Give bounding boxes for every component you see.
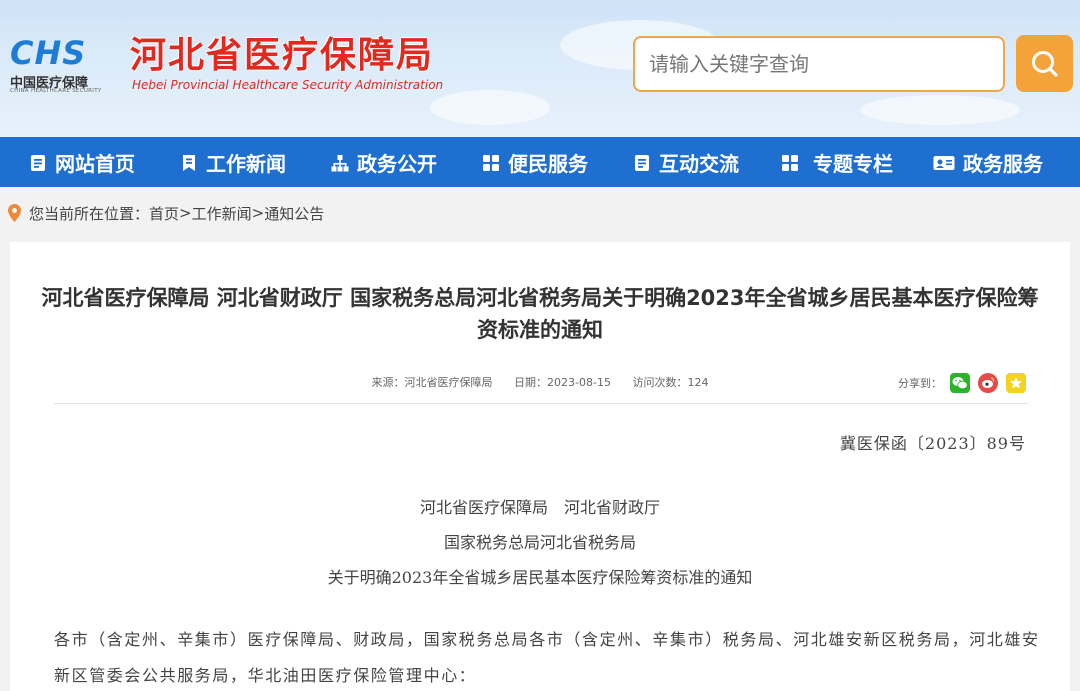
nav-label: 政务公开: [357, 151, 437, 176]
nav-item-special-topics[interactable]: 专题专栏: [781, 137, 893, 187]
meta-date-label: 日期：: [514, 376, 548, 389]
article-title: 河北省医疗保障局 河北省财政厅 国家税务总局河北省税务局关于明确2023年全省城…: [41, 286, 1039, 342]
meta-views-label: 访问次数：: [632, 376, 688, 389]
share-bar: 分享到：: [898, 373, 1026, 393]
article-panel: 河北省医疗保障局 河北省财政厅 国家税务总局河北省税务局关于明确2023年全省城…: [10, 242, 1070, 691]
qzone-icon[interactable]: [1006, 373, 1026, 393]
document-icon: [29, 153, 47, 171]
site-title: 河北省医疗保障局: [130, 35, 435, 76]
meta-divider: [54, 403, 1028, 404]
meta-date: 日期：2023-08-15: [514, 376, 611, 389]
document-number: 冀医保函〔2023〕89号: [839, 434, 1026, 453]
site-subtitle: Hebei Provincial Healthcare Security Adm…: [132, 78, 444, 92]
search-button[interactable]: [1016, 35, 1073, 92]
share-label: 分享到：: [898, 377, 942, 390]
meta-date-value: 2023-08-15: [547, 376, 611, 389]
breadcrumb-link-work-news[interactable]: 工作新闻: [192, 203, 252, 224]
nav-label: 互动交流: [659, 151, 739, 176]
salutation-paragraph: 各市（含定州、辛集市）医疗保障局、财政局，国家税务总局各市（含定州、辛集市）税务…: [54, 630, 1040, 685]
breadcrumb: 您当前所在位置： 首页 > 工作新闻 > 通知公告: [8, 202, 324, 224]
nav-label: 专题专栏: [813, 151, 893, 176]
logo-en-text: CHINA HEALTHCARE SECURITY: [10, 88, 102, 94]
nav-item-work-news[interactable]: 工作新闻: [180, 137, 286, 187]
notice-subject-line: 关于明确2023年全省城乡居民基本医疗保险筹资标准的通知: [327, 568, 753, 587]
meta-source-value: 河北省医疗保障局: [404, 376, 493, 389]
nav-label: 便民服务: [508, 151, 588, 176]
breadcrumb-link-home[interactable]: 首页: [149, 203, 179, 224]
breadcrumb-separator: >: [251, 204, 265, 222]
meta-views-value: 124: [687, 376, 709, 389]
breadcrumb-link-notices[interactable]: 通知公告: [264, 203, 324, 224]
nav-label: 网站首页: [55, 151, 135, 176]
nav-item-home[interactable]: 网站首页: [29, 137, 135, 187]
id-card-icon: [933, 153, 955, 171]
chs-logo[interactable]: CHS 中国医疗保障 CHINA HEALTHCARE SECURITY: [10, 36, 114, 96]
nav-item-interaction[interactable]: 互动交流: [633, 137, 739, 187]
meta-views: 访问次数：124: [632, 376, 708, 389]
site-header: CHS 中国医疗保障 CHINA HEALTHCARE SECURITY 河北省…: [0, 0, 1080, 137]
nav-item-services[interactable]: 便民服务: [482, 137, 588, 187]
grid-icon: [482, 153, 500, 171]
issuer-line-2: 国家税务总局河北省税务局: [443, 533, 636, 552]
meta-source-label: 来源：: [371, 376, 405, 389]
cloud-decoration: [860, 95, 1020, 125]
breadcrumb-separator: >: [179, 204, 192, 222]
meta-source: 来源：河北省医疗保障局: [372, 376, 493, 389]
bookmark-icon: [180, 153, 198, 171]
issuer-line-1: 河北省医疗保障局 河北省财政厅: [419, 498, 660, 517]
grid-icon: [781, 153, 799, 171]
nav-item-gov-affairs[interactable]: 政务公开: [331, 137, 437, 187]
cloud-decoration: [430, 90, 550, 125]
location-pin-icon: [8, 204, 21, 222]
breadcrumb-prefix: 您当前所在位置：: [29, 204, 150, 223]
search-input[interactable]: [633, 36, 1005, 92]
org-chart-icon: [331, 153, 349, 172]
weibo-icon[interactable]: [978, 373, 998, 393]
nav-item-gov-services[interactable]: 政务服务: [933, 137, 1043, 187]
logo-mark: CHS: [10, 34, 87, 72]
document-icon: [633, 153, 651, 171]
main-nav: 网站首页 工作新闻 政务公开 便民服务 互动交流 专题专栏 政务服务: [0, 137, 1080, 187]
nav-label: 政务服务: [963, 151, 1043, 176]
nav-label: 工作新闻: [206, 151, 286, 176]
wechat-icon[interactable]: [950, 373, 970, 393]
